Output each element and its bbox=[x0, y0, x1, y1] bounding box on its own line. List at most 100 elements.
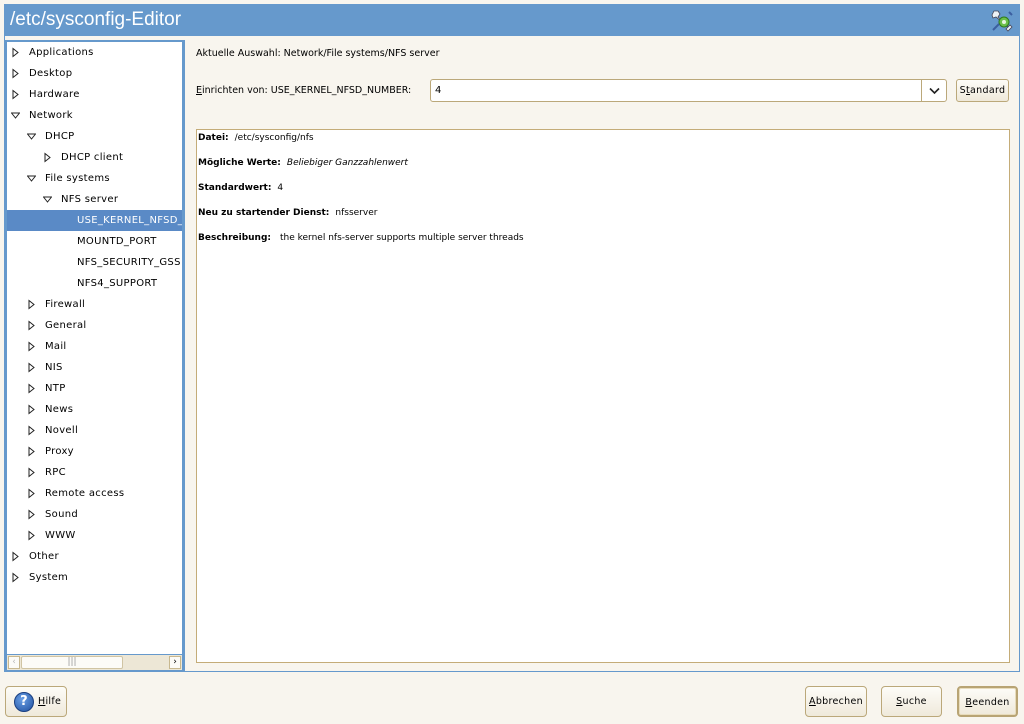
tree-item[interactable]: News bbox=[7, 399, 182, 420]
tree-item[interactable]: USE_KERNEL_NFSD_ bbox=[7, 210, 182, 231]
info-default-value: Standardwert: 4 bbox=[198, 183, 283, 193]
standard-label-post: andard bbox=[970, 85, 1006, 96]
tree-item-label: News bbox=[45, 404, 74, 415]
cancel-button[interactable]: Abbrechen bbox=[805, 686, 867, 717]
tree-item-label: WWW bbox=[45, 530, 76, 541]
tree-item[interactable]: NFS server bbox=[7, 189, 182, 210]
tree-item[interactable]: NTP bbox=[7, 378, 182, 399]
tree-item[interactable]: Firewall bbox=[7, 294, 182, 315]
possible-values-label: Mögliche Werte: bbox=[198, 158, 281, 168]
info-possible-values: Mögliche Werte: Beliebiger Ganzzahlenwert bbox=[198, 158, 408, 168]
sysconfig-tree[interactable]: Applications Desktop Hardware Network DHCP DH… bbox=[7, 42, 182, 654]
tree-item[interactable]: File systems bbox=[7, 168, 182, 189]
cancel-label: bbrechen bbox=[815, 696, 863, 707]
service-value: nfsserver bbox=[335, 208, 378, 218]
default-value-value: 4 bbox=[277, 183, 284, 193]
scroll-left-button[interactable]: ‹ bbox=[8, 656, 20, 669]
tree-item-label: File systems bbox=[45, 173, 110, 184]
tree-item[interactable]: MOUNTD_PORT bbox=[7, 231, 182, 252]
collapsed-triangle-icon[interactable] bbox=[11, 42, 21, 63]
collapsed-triangle-icon[interactable] bbox=[27, 504, 37, 525]
tree-item-label: DHCP bbox=[45, 131, 75, 142]
tree-item[interactable]: Other bbox=[7, 546, 182, 567]
tree-item-label: Hardware bbox=[29, 89, 80, 100]
value-input[interactable]: 4 bbox=[435, 85, 441, 96]
tree-item-label: Mail bbox=[45, 341, 67, 352]
default-value-label: Standardwert: bbox=[198, 183, 272, 193]
scroll-thumb[interactable]: ||| bbox=[21, 656, 123, 669]
help-icon: ? bbox=[14, 692, 34, 712]
collapsed-triangle-icon[interactable] bbox=[11, 63, 21, 84]
collapsed-triangle-icon[interactable] bbox=[27, 315, 37, 336]
scroll-right-button[interactable]: › bbox=[169, 656, 181, 669]
collapsed-triangle-icon[interactable] bbox=[27, 462, 37, 483]
collapsed-triangle-icon[interactable] bbox=[27, 525, 37, 546]
tree-item[interactable]: Applications bbox=[7, 42, 182, 63]
help-button[interactable]: ? Hilfe bbox=[5, 686, 67, 717]
tree-item[interactable]: RPC bbox=[7, 462, 182, 483]
collapsed-triangle-icon[interactable] bbox=[11, 567, 21, 588]
help-label: ilfe bbox=[45, 696, 62, 707]
title-bar: /etc/sysconfig-Editor bbox=[4, 4, 1020, 36]
tree-horizontal-scrollbar[interactable]: ‹ ||| › bbox=[7, 654, 182, 670]
search-label: uche bbox=[902, 696, 927, 707]
tree-item[interactable]: DHCP client bbox=[7, 147, 182, 168]
collapsed-triangle-icon[interactable] bbox=[27, 294, 37, 315]
tree-item-label: Other bbox=[29, 551, 59, 562]
tree-item-label: Novell bbox=[45, 425, 79, 436]
expanded-triangle-icon[interactable] bbox=[26, 126, 37, 147]
tree-item-label: NTP bbox=[45, 383, 66, 394]
search-button[interactable]: Suche bbox=[881, 686, 942, 717]
tree-item-label: RPC bbox=[45, 467, 66, 478]
tree-item[interactable]: Hardware bbox=[7, 84, 182, 105]
setup-value-label: Einrichten von: USE_KERNEL_NFSD_NUMBER: bbox=[196, 85, 411, 96]
tree-item[interactable]: NFS4_SUPPORT bbox=[7, 273, 182, 294]
tree-item[interactable]: Desktop bbox=[7, 63, 182, 84]
cancel-mnemonic: A bbox=[809, 696, 816, 707]
tree-item-label: NFS server bbox=[61, 194, 119, 205]
tree-item[interactable]: Network bbox=[7, 105, 182, 126]
tree-item[interactable]: WWW bbox=[7, 525, 182, 546]
tree-item[interactable]: Sound bbox=[7, 504, 182, 525]
collapsed-triangle-icon[interactable] bbox=[27, 336, 37, 357]
info-file: Datei: /etc/sysconfig/nfs bbox=[198, 133, 314, 143]
tree-item-label: Proxy bbox=[45, 446, 74, 457]
tree-item-label: USE_KERNEL_NFSD_ bbox=[77, 215, 182, 226]
tree-item-label: General bbox=[45, 320, 87, 331]
tree-item[interactable]: DHCP bbox=[7, 126, 182, 147]
tree-item-label: Applications bbox=[29, 47, 94, 58]
tree-item-label: MOUNTD_PORT bbox=[77, 236, 157, 247]
info-service: Neu zu startender Dienst: nfsserver bbox=[198, 208, 377, 218]
finish-button[interactable]: Beenden bbox=[957, 686, 1018, 717]
tree-item[interactable]: Mail bbox=[7, 336, 182, 357]
expanded-triangle-icon[interactable] bbox=[42, 189, 53, 210]
collapsed-triangle-icon[interactable] bbox=[27, 483, 37, 504]
tree-item[interactable]: Remote access bbox=[7, 483, 182, 504]
tree-item[interactable]: Novell bbox=[7, 420, 182, 441]
collapsed-triangle-icon[interactable] bbox=[11, 84, 21, 105]
wrench-tool-icon bbox=[990, 9, 1014, 33]
expanded-triangle-icon[interactable] bbox=[26, 168, 37, 189]
tree-item-label: Remote access bbox=[45, 488, 125, 499]
tree-item[interactable]: Proxy bbox=[7, 441, 182, 462]
tree-item[interactable]: NIS bbox=[7, 357, 182, 378]
collapsed-triangle-icon[interactable] bbox=[27, 441, 37, 462]
tree-item[interactable]: NFS_SECURITY_GSS bbox=[7, 252, 182, 273]
collapsed-triangle-icon[interactable] bbox=[27, 399, 37, 420]
collapsed-triangle-icon[interactable] bbox=[27, 378, 37, 399]
tree-item[interactable]: System bbox=[7, 567, 182, 588]
tree-item[interactable]: General bbox=[7, 315, 182, 336]
collapsed-triangle-icon[interactable] bbox=[43, 147, 53, 168]
tree-item-label: NFS_SECURITY_GSS bbox=[77, 257, 181, 268]
tree-item-label: Firewall bbox=[45, 299, 86, 310]
chevron-down-icon[interactable] bbox=[921, 80, 946, 101]
collapsed-triangle-icon[interactable] bbox=[27, 420, 37, 441]
value-combobox[interactable]: 4 bbox=[430, 79, 947, 102]
sysconfig-tree-panel: Applications Desktop Hardware Network DHCP DH… bbox=[5, 40, 185, 672]
tree-item-label: Network bbox=[29, 110, 73, 121]
description-value: the kernel nfs-server supports multiple … bbox=[280, 233, 524, 243]
collapsed-triangle-icon[interactable] bbox=[11, 546, 21, 567]
collapsed-triangle-icon[interactable] bbox=[27, 357, 37, 378]
expanded-triangle-icon[interactable] bbox=[10, 105, 21, 126]
standard-button[interactable]: Standard bbox=[956, 79, 1009, 102]
